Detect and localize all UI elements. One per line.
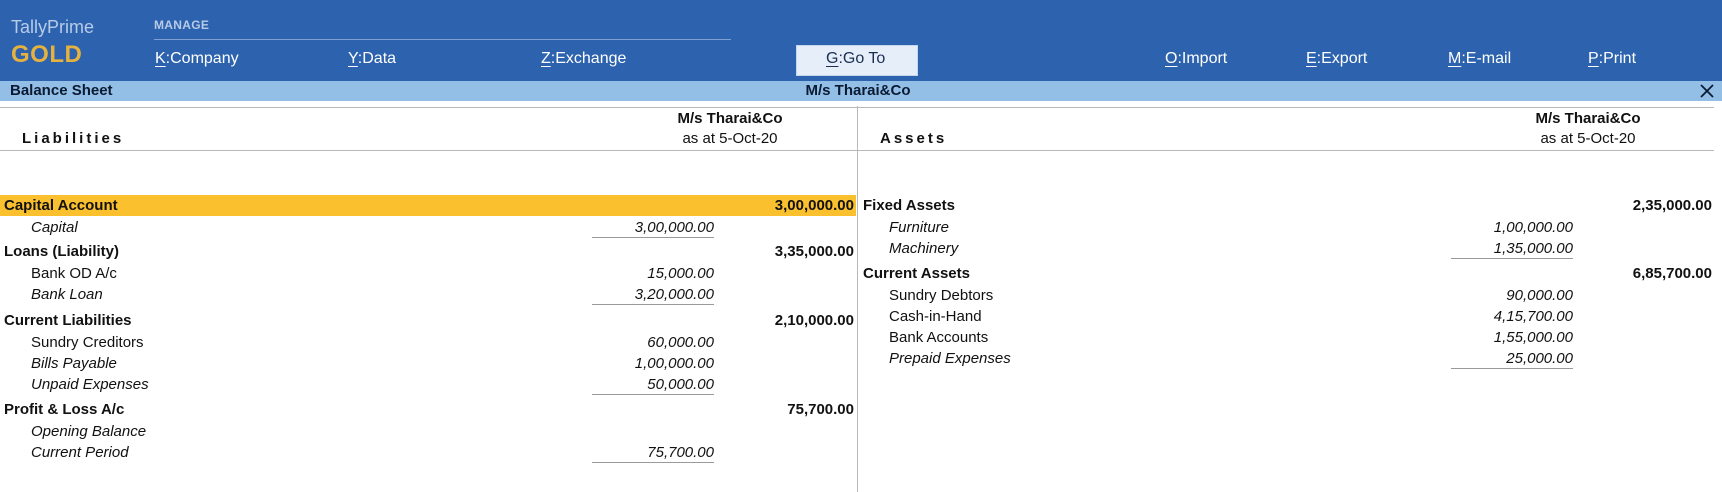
ledger-row[interactable]: Sundry Debtors 90,000.00 <box>858 285 1714 306</box>
ledger-amount: 60,000.00 <box>647 334 714 351</box>
ledger-row[interactable]: Bank Loan 3,20,000.00 <box>0 284 856 305</box>
menu-data[interactable]: Y:Data <box>348 50 396 68</box>
menu-import[interactable]: O:Import <box>1165 50 1227 68</box>
menu-label: Company <box>170 50 239 67</box>
manage-divider <box>154 39 731 40</box>
menu-label: Go To <box>842 50 886 67</box>
ledger-row[interactable]: Unpaid Expenses 50,000.00 <box>0 374 856 395</box>
liabilities-company: M/s Tharai&Co <box>677 110 783 127</box>
top-menu-bar: TallyPrime GOLD MANAGE K:Company Y:Data … <box>0 0 1722 81</box>
group-amount: 75,700.00 <box>787 401 854 418</box>
ledger-amount: 1,00,000.00 <box>634 355 714 372</box>
ledger-row[interactable]: Cash-in-Hand 4,15,700.00 <box>858 306 1714 327</box>
ledger-row[interactable]: Current Period 75,700.00 <box>0 442 856 463</box>
report-title-bar: Balance Sheet M/s Tharai&Co <box>0 81 1722 101</box>
menu-email[interactable]: M:E-mail <box>1448 50 1511 68</box>
group-row[interactable]: Capital Account 3,00,000.00 <box>0 195 856 216</box>
group-amount: 2,35,000.00 <box>1632 197 1712 214</box>
ledger-amount: 25,000.00 <box>1451 350 1573 369</box>
group-amount: 3,35,000.00 <box>774 243 854 260</box>
ledger-amount: 90,000.00 <box>1506 287 1573 304</box>
ledger-amount: 75,700.00 <box>592 444 714 463</box>
ledger-name: Current Period <box>31 444 129 461</box>
ledger-row[interactable]: Machinery 1,35,000.00 <box>858 238 1714 259</box>
menu-label: E-mail <box>1465 50 1512 67</box>
menu-key: O <box>1165 50 1178 67</box>
ledger-row[interactable]: Bank OD A/c 15,000.00 <box>0 263 856 284</box>
ledger-amount: 1,35,000.00 <box>1451 240 1573 259</box>
assets-heading: Assets <box>880 130 948 147</box>
liabilities-heading: Liabilities <box>22 130 125 147</box>
menu-key: M <box>1448 50 1462 67</box>
ledger-name: Sundry Creditors <box>31 334 144 351</box>
report-title: Balance Sheet <box>10 82 113 99</box>
assets-company: M/s Tharai&Co <box>1535 110 1641 127</box>
group-name: Capital Account <box>4 197 118 214</box>
group-name: Loans (Liability) <box>4 243 120 260</box>
ledger-name: Furniture <box>889 219 950 236</box>
group-name: Fixed Assets <box>863 197 955 214</box>
ledger-name: Unpaid Expenses <box>31 376 149 393</box>
ledger-name: Sundry Debtors <box>889 287 994 304</box>
ledger-name: Machinery <box>889 240 959 257</box>
ledger-row[interactable]: Sundry Creditors 60,000.00 <box>0 332 856 353</box>
ledger-name: Bank OD A/c <box>31 265 117 282</box>
company-title: M/s Tharai&Co <box>805 82 911 99</box>
menu-exchange[interactable]: Z:Exchange <box>541 50 626 68</box>
manage-label: MANAGE <box>154 18 210 32</box>
ledger-name: Bills Payable <box>31 355 117 372</box>
group-row[interactable]: Current Assets 6,85,700.00 <box>858 263 1714 284</box>
ledger-name: Opening Balance <box>31 423 147 440</box>
brand-edition: GOLD <box>11 41 83 68</box>
menu-print[interactable]: P:Print <box>1588 50 1636 68</box>
menu-label: Export <box>1321 50 1368 67</box>
ledger-amount: 1,55,000.00 <box>1493 329 1573 346</box>
ledger-amount: 15,000.00 <box>647 265 714 282</box>
ledger-amount: 3,20,000.00 <box>592 286 714 305</box>
menu-key: Z <box>541 50 551 67</box>
brand-name: TallyPrime <box>11 17 95 37</box>
menu-key: K <box>155 50 166 67</box>
ledger-amount: 1,00,000.00 <box>1493 219 1573 236</box>
menu-key: Y <box>348 50 358 67</box>
close-button[interactable] <box>1698 81 1716 101</box>
group-name: Current Assets <box>863 265 970 282</box>
menu-label: Data <box>362 50 397 67</box>
menu-company[interactable]: K:Company <box>155 50 239 68</box>
group-name: Profit & Loss A/c <box>4 401 125 418</box>
ledger-name: Capital <box>31 219 78 236</box>
ledger-row[interactable]: Opening Balance <box>0 421 856 442</box>
group-amount: 2,10,000.00 <box>774 312 854 329</box>
ledger-name: Cash-in-Hand <box>889 308 982 325</box>
ledger-row[interactable]: Furniture 1,00,000.00 <box>858 217 1714 238</box>
menu-label: Print <box>1603 50 1637 67</box>
group-row[interactable]: Fixed Assets 2,35,000.00 <box>858 195 1714 216</box>
menu-label: Import <box>1181 50 1228 67</box>
group-row[interactable]: Current Liabilities 2,10,000.00 <box>0 310 856 331</box>
ledger-row[interactable]: Prepaid Expenses 25,000.00 <box>858 348 1714 369</box>
menu-export[interactable]: E:Export <box>1306 50 1367 68</box>
group-amount: 6,85,700.00 <box>1632 265 1712 282</box>
assets-date: as at 5-Oct-20 <box>1540 130 1636 147</box>
menu-key: G <box>826 50 839 67</box>
ledger-row[interactable]: Capital 3,00,000.00 <box>0 217 856 238</box>
menu-key: P <box>1588 50 1599 67</box>
ledger-amount: 3,00,000.00 <box>592 219 714 238</box>
ledger-name: Prepaid Expenses <box>889 350 1011 367</box>
group-name: Current Liabilities <box>4 312 132 329</box>
ledger-amount: 4,15,700.00 <box>1493 308 1573 325</box>
menu-goto[interactable]: G:Go To <box>826 50 885 68</box>
ledger-row[interactable]: Bills Payable 1,00,000.00 <box>0 353 856 374</box>
ledger-name: Bank Accounts <box>889 329 989 346</box>
close-icon <box>1700 84 1714 98</box>
group-row[interactable]: Loans (Liability) 3,35,000.00 <box>0 241 856 262</box>
ledger-amount: 50,000.00 <box>592 376 714 395</box>
liabilities-date: as at 5-Oct-20 <box>682 130 778 147</box>
ledger-row[interactable]: Bank Accounts 1,55,000.00 <box>858 327 1714 348</box>
menu-label: Exchange <box>555 50 627 67</box>
group-row[interactable]: Profit & Loss A/c 75,700.00 <box>0 399 856 420</box>
menu-key: E <box>1306 50 1317 67</box>
group-amount: 3,00,000.00 <box>774 197 854 214</box>
ledger-name: Bank Loan <box>31 286 103 303</box>
